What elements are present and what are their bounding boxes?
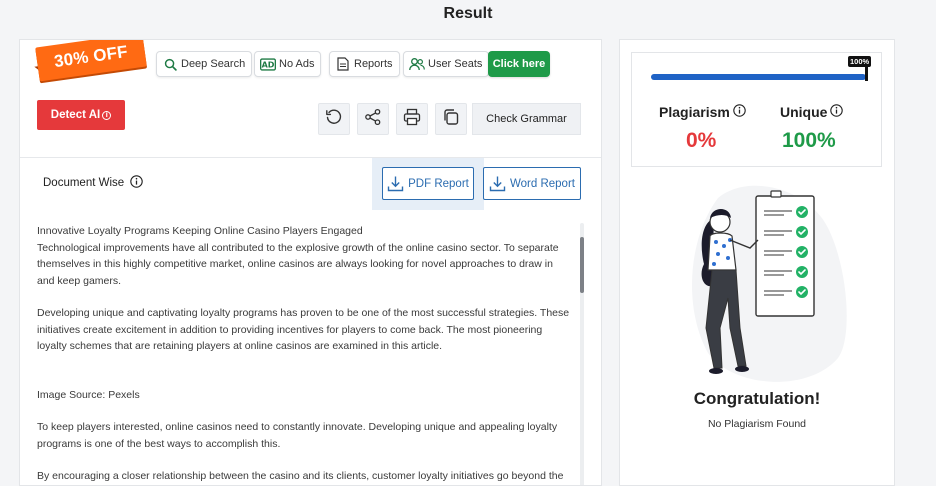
page-title: Result bbox=[443, 5, 493, 22]
share-icon bbox=[364, 108, 382, 131]
congratulation-heading: Congratulation! bbox=[693, 389, 821, 408]
progress-bar bbox=[651, 74, 866, 80]
reports-label: Reports bbox=[354, 58, 393, 70]
download-icon bbox=[489, 175, 506, 192]
word-report-label: Word Report bbox=[510, 177, 575, 190]
document-paragraph: Technological improvements have all cont… bbox=[37, 241, 559, 287]
congratulation-illustration bbox=[678, 178, 848, 393]
no-plagiarism-text: No Plagiarism Found bbox=[707, 418, 807, 430]
results-panel: 100% Plagiarism Unique 0% 100% Congratul… bbox=[619, 39, 895, 486]
no-ads-label: No Ads bbox=[279, 58, 315, 70]
progress-label: 100% bbox=[848, 56, 872, 67]
copy-icon bbox=[442, 108, 460, 131]
document-title: Innovative Loyalty Programs Keeping Onli… bbox=[37, 225, 363, 237]
document-wise-label: Document Wise bbox=[43, 177, 125, 189]
search-icon bbox=[162, 56, 178, 72]
plagiarism-value: 0% bbox=[686, 129, 717, 152]
pdf-report-button[interactable]: PDF Report bbox=[382, 167, 474, 200]
info-icon: i bbox=[102, 110, 112, 120]
document-panel: 30% OFF Deep Search AD No Ads Reports Us… bbox=[19, 39, 602, 486]
divider bbox=[20, 157, 601, 158]
no-ads-button[interactable]: AD No Ads bbox=[254, 51, 322, 77]
promo-badge[interactable]: 30% OFF bbox=[33, 40, 149, 84]
progress-marker bbox=[865, 67, 868, 81]
word-report-button[interactable]: Word Report bbox=[483, 167, 581, 200]
ad-icon: AD bbox=[260, 56, 276, 72]
check-grammar-button[interactable]: Check Grammar bbox=[472, 103, 581, 135]
share-button[interactable] bbox=[357, 103, 389, 135]
plagiarism-label: Plagiarism bbox=[659, 104, 730, 120]
printer-icon bbox=[403, 108, 421, 131]
refresh-icon bbox=[325, 108, 343, 131]
document-icon bbox=[335, 56, 351, 72]
info-icon[interactable] bbox=[130, 175, 143, 191]
plagiarism-heading: Plagiarism bbox=[659, 104, 746, 120]
copy-button[interactable] bbox=[435, 103, 467, 135]
deep-search-label: Deep Search bbox=[181, 58, 246, 70]
refresh-button[interactable] bbox=[318, 103, 350, 135]
image-source-caption: Image Source: Pexels bbox=[37, 388, 140, 401]
unique-value: 100% bbox=[782, 129, 836, 152]
users-icon bbox=[409, 56, 425, 72]
unique-label: Unique bbox=[780, 104, 828, 120]
promo-label: 30% OFF bbox=[52, 41, 129, 72]
info-icon[interactable] bbox=[733, 104, 746, 120]
download-icon bbox=[387, 175, 404, 192]
user-seats-button[interactable]: User Seats bbox=[403, 51, 490, 77]
document-paragraph: Developing unique and captivating loyalt… bbox=[37, 307, 570, 352]
pdf-report-label: PDF Report bbox=[408, 177, 469, 190]
click-here-button[interactable]: Click here bbox=[488, 51, 550, 77]
svg-text:AD: AD bbox=[262, 60, 275, 69]
deep-search-button[interactable]: Deep Search bbox=[156, 51, 253, 77]
scrollbar-thumb[interactable] bbox=[580, 237, 584, 293]
document-paragraph: By encouraging a closer relationship bet… bbox=[37, 470, 564, 482]
detect-ai-label: Detect AI bbox=[50, 109, 101, 121]
unique-heading: Unique bbox=[780, 104, 844, 120]
reports-button[interactable]: Reports bbox=[329, 51, 400, 77]
user-seats-label: User Seats bbox=[428, 58, 483, 70]
detect-ai-button[interactable]: Detect AI i bbox=[37, 100, 125, 130]
document-paragraph: To keep players interested, online casin… bbox=[37, 421, 558, 450]
stats-box: 100% Plagiarism Unique 0% 100% bbox=[631, 52, 882, 167]
document-wise-heading: Document Wise bbox=[43, 175, 143, 191]
print-button[interactable] bbox=[396, 103, 428, 135]
document-text: Innovative Loyalty Programs Keeping Onli… bbox=[37, 223, 572, 485]
info-icon[interactable] bbox=[830, 104, 844, 120]
